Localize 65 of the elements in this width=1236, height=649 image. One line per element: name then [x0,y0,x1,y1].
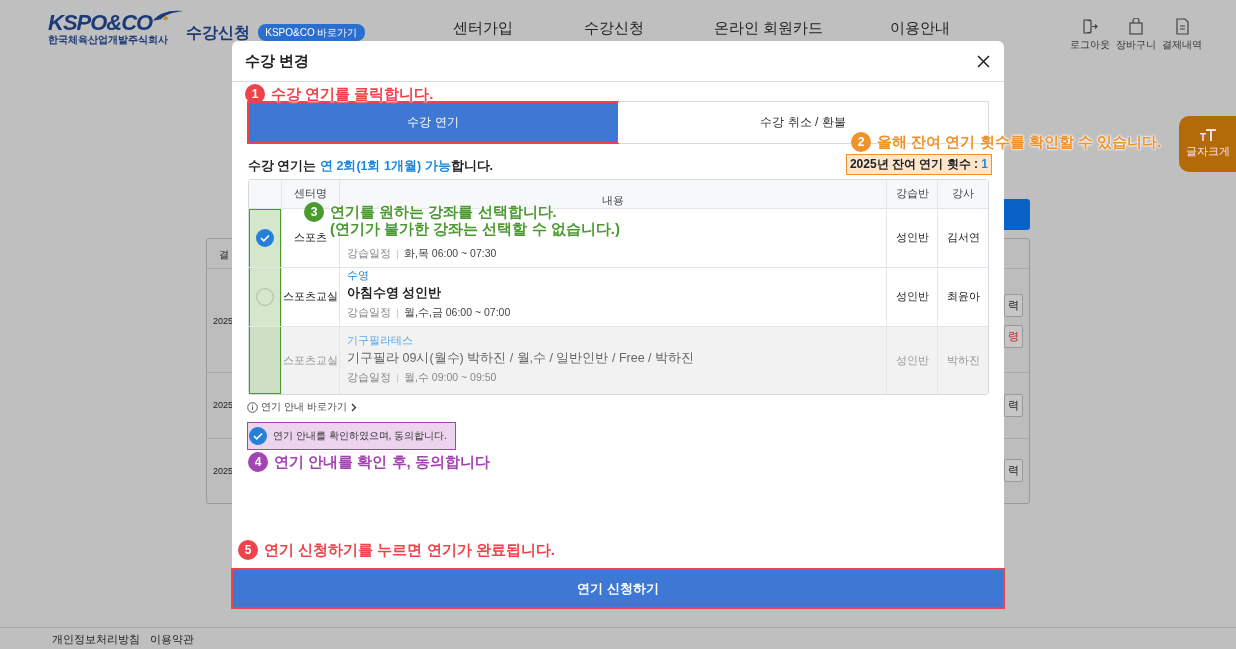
footer-link[interactable]: 개인정보처리방침 [52,633,140,645]
date-text: 2025 [213,465,234,476]
schedule-label: 강습일정 [347,247,391,261]
schedule-text: 화,목 06:00 ~ 07:30 [404,247,497,261]
step-number: 5 [238,540,258,560]
utility-button[interactable]: 장바구니 [1114,18,1158,52]
class-name: 성인반 [895,353,929,368]
column-header: 센터명 [294,187,327,201]
column-header: 결 [219,249,229,260]
info-icon [247,401,258,413]
schedule-label: 강습일정 [347,306,391,320]
logo-text: KSPO&CO [48,12,153,34]
logo-swoosh-icon [153,9,184,23]
column-header: 강습반 [895,187,929,201]
shopping-bag-icon [1129,18,1143,35]
schedule-text: 월,수,금 06:00 ~ 07:00 [404,306,511,320]
postpone-notice: 수강 연기는 연 2회(1회 1개월) 가능합니다. [248,158,494,175]
shortcut-link[interactable]: KSPO&CO 바로가기 [258,24,365,41]
checked-checkbox[interactable] [249,427,267,445]
step-instruction: 연기 안내를 확인 후, 동의합니다 [274,452,490,470]
checked-checkbox[interactable] [256,229,274,247]
remaining-count: 2025년 잔여 연기 횟수 : 1 [845,154,992,175]
guide-link[interactable]: 연기 안내 바로가기 [247,400,357,414]
text-size-icon [1199,129,1216,141]
step-instruction: 연기 신청하기를 누르면 연기가 완료됩니다. [264,540,555,558]
column-header: 강사 [952,187,974,201]
font-size-button[interactable]: 글자크게 [1179,116,1236,172]
unchecked-checkbox[interactable] [256,288,274,306]
step-number: 2 [851,132,871,152]
utility-button[interactable]: 결제내역 [1160,18,1204,52]
step-instruction: 수강 연기를 클릭합니다. [271,84,434,102]
nav-item[interactable]: 센터가입 [453,19,513,38]
logout-icon [1082,18,1098,35]
center-name: 스포츠 [294,231,327,245]
center-name: 스포츠교실 [283,290,338,304]
utility-button[interactable]: 로그아웃 [1068,18,1112,52]
document-icon [1175,18,1189,35]
instructor-name: 박하진 [946,353,980,368]
step-number: 1 [245,84,265,104]
date-text: 2025 [213,315,234,326]
modal-title: 수강 변경 [245,51,310,71]
class-name: 성인반 [895,231,929,245]
instructor-name: 최윤아 [946,290,980,304]
schedule-label: 강습일정 [347,371,391,385]
category-label: 기구필라테스 [347,334,413,348]
close-icon[interactable] [977,54,990,68]
submit-button[interactable]: 연기 신청하기 [232,569,1004,608]
course-title: 아침수영 성인반 [347,285,442,302]
tab[interactable]: 수강 연기 [248,102,618,143]
date-text: 2025 [213,400,234,411]
nav-item[interactable]: 수강신청 [584,19,644,38]
logo-subtitle: 한국체육산업개발주식회사 [48,34,169,46]
instructor-name: 김서연 [946,231,980,245]
class-name: 성인반 [895,290,929,304]
chevron-right-icon [349,402,357,412]
site-title: 수강신청 [186,24,251,42]
agree-label: 연기 안내를 확인하였으며, 동의합니다. [273,429,447,443]
step-number: 4 [248,452,268,472]
schedule-text: 월,수 09:00 ~ 09:50 [404,371,497,385]
category-label: 수영 [347,269,369,283]
course-title: 기구필라 09시(월수) 박하진 / 월,수 / 일반인반 / Free / 박하진 [347,350,695,367]
nav-item[interactable]: 온라인 회원카드 [714,19,824,38]
nav-item[interactable]: 이용안내 [890,19,950,38]
center-name: 스포츠교실 [283,353,338,368]
footer-link[interactable]: 이용약관 [150,633,194,645]
